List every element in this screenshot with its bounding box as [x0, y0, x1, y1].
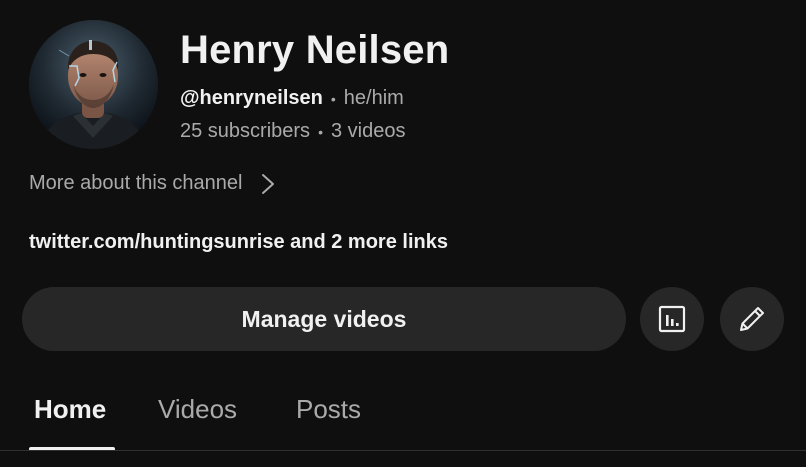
avatar-portrait: [29, 20, 158, 149]
separator-dot: •: [330, 90, 336, 107]
pronouns: he/him: [343, 87, 404, 109]
channel-page: Henry Neilsen @henryneilsen • he/him 25 …: [0, 0, 806, 467]
channel-links[interactable]: twitter.com/huntingsunrise and 2 more li…: [29, 231, 448, 254]
tab-posts[interactable]: Posts: [296, 394, 361, 425]
chevron-right-icon: [262, 173, 275, 194]
video-count: 3 videos: [330, 120, 406, 142]
stats-line: 25 subscribers • 3 videos: [180, 120, 405, 143]
analytics-button[interactable]: [640, 287, 704, 351]
analytics-icon: [658, 305, 686, 333]
separator-dot: •: [318, 123, 323, 140]
tab-home[interactable]: Home: [34, 394, 106, 425]
tab-videos[interactable]: Videos: [158, 394, 237, 425]
channel-handle: @henryneilsen: [180, 87, 323, 109]
channel-name: Henry Neilsen: [180, 28, 450, 72]
subscriber-count: 25 subscribers: [180, 120, 311, 142]
tabs-divider: [0, 450, 806, 451]
more-about-label: More about this channel: [29, 172, 243, 194]
more-about-channel-link[interactable]: More about this channel: [29, 172, 276, 195]
channel-tabs: Home Videos Posts: [0, 380, 806, 452]
handle-line: @henryneilsen • he/him: [180, 87, 404, 110]
manage-videos-button[interactable]: Manage videos: [22, 287, 626, 351]
edit-channel-button[interactable]: [720, 287, 784, 351]
pencil-icon: [740, 307, 764, 331]
avatar[interactable]: [29, 20, 158, 149]
